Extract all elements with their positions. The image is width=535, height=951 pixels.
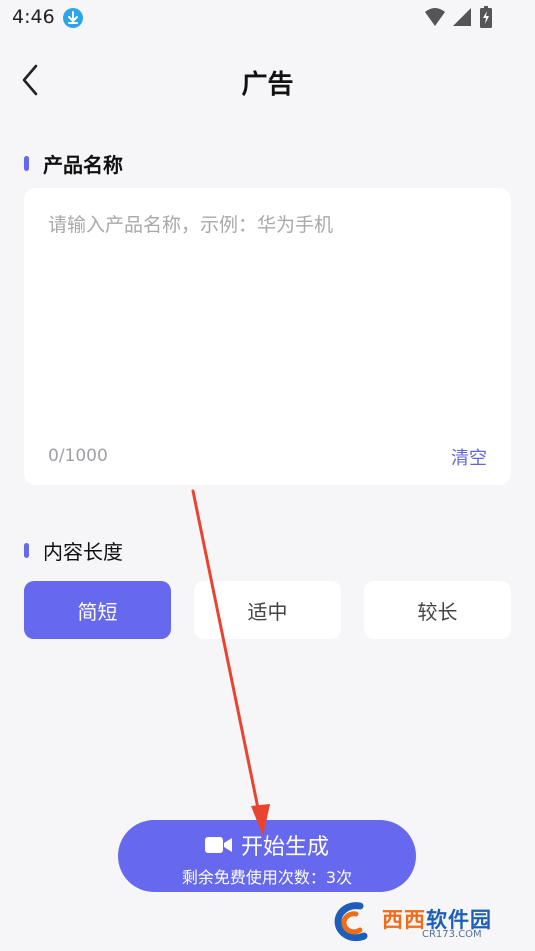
product-name-input[interactable] [48, 210, 488, 410]
video-camera-icon [204, 837, 232, 853]
length-section-title: 内容长度 [24, 537, 123, 564]
clear-button[interactable]: 清空 [451, 444, 487, 470]
generate-label: 开始生成 [240, 835, 329, 860]
generate-button[interactable]: 开始生成 剩余免费使用次数：3次 [118, 820, 416, 892]
section-marker [24, 155, 29, 171]
signal-icon [453, 8, 471, 26]
product-section-label: 产品名称 [43, 152, 123, 177]
status-bar: 4:46 [0, 0, 535, 36]
section-marker [24, 542, 29, 558]
header: 广告 [0, 50, 535, 110]
generate-main-row: 开始生成 [118, 829, 416, 861]
remaining-uses-text: 剩余免费使用次数：3次 [181, 868, 353, 887]
length-option-medium[interactable]: 适中 [194, 581, 341, 639]
length-options: 简短 适中 较长 [24, 581, 511, 639]
download-icon [63, 8, 83, 28]
battery-icon [480, 6, 492, 28]
char-counter: 0/1000 [48, 446, 108, 466]
product-input-card: 0/1000 清空 [24, 188, 511, 485]
watermark-logo: 西西软件园 CR173.COM [330, 900, 530, 944]
length-option-long[interactable]: 较长 [364, 581, 511, 639]
length-option-short[interactable]: 简短 [24, 581, 171, 639]
length-section-label: 内容长度 [43, 539, 123, 564]
page-title: 广告 [241, 70, 294, 100]
watermark-domain: CR173.COM [422, 929, 482, 940]
product-section-title: 产品名称 [24, 150, 123, 177]
watermark-emblem-icon [334, 902, 368, 942]
wifi-icon [425, 8, 445, 26]
status-time: 4:46 [12, 6, 55, 28]
